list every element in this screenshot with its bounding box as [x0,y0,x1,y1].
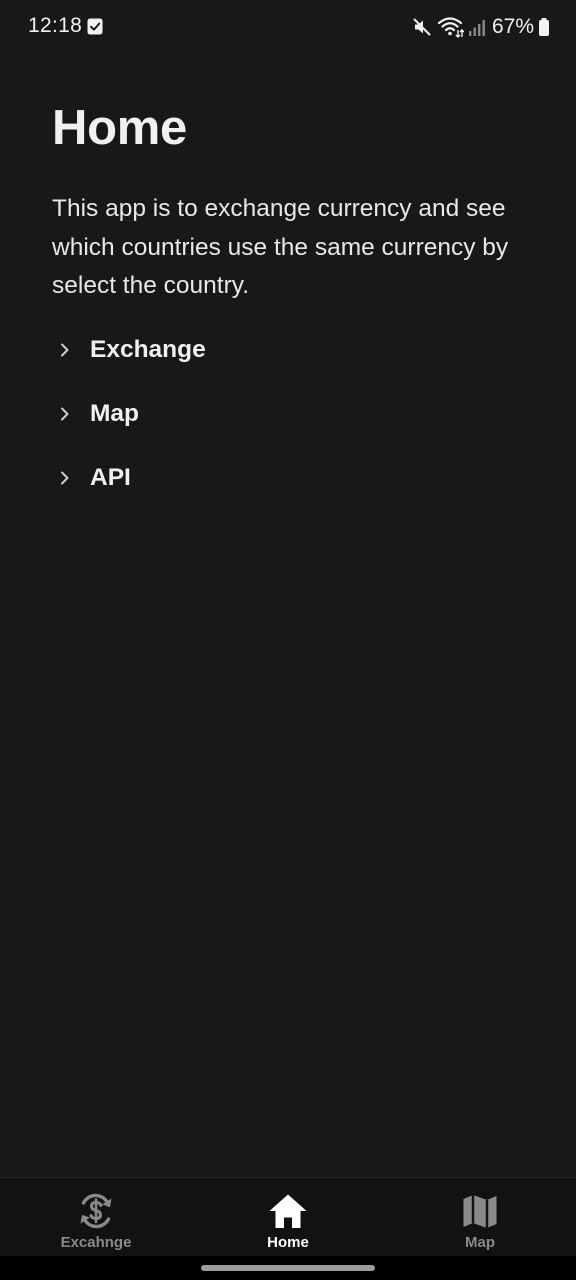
signal-icon [468,20,485,36]
app-screen: 12:18 67% Home This app is to exchange c… [0,0,576,1280]
nav-tab-home[interactable]: Home [192,1178,384,1257]
gesture-bar [0,1256,576,1280]
chevron-right-icon [61,343,69,357]
link-item-api[interactable]: API [52,454,206,502]
status-bar: 12:18 67% [0,0,576,56]
link-item-map[interactable]: Map [52,390,206,438]
chevron-right-icon [61,471,69,485]
checkbox-notification-icon [87,18,103,35]
nav-label: Excahnge [60,1234,132,1251]
nav-tab-map[interactable]: Map [384,1178,576,1257]
nav-label: Home [267,1234,309,1251]
battery-percentage: 67% [491,15,534,38]
bottom-navigation: Excahnge Home Map [0,1177,576,1257]
link-label: Map [90,400,139,427]
status-icons: 67% [412,14,550,40]
wifi-icon [437,17,464,38]
page-description: This app is to exchange currency and see… [52,195,509,299]
nav-tab-exchange[interactable]: Excahnge [0,1178,192,1257]
link-label: API [90,464,131,491]
mute-icon [413,18,431,36]
map-icon [463,1195,497,1228]
chevron-right-icon [61,407,69,421]
link-item-exchange[interactable]: Exchange [52,326,206,374]
home-gesture-handle[interactable] [201,1265,375,1271]
link-label: Exchange [90,336,206,363]
currency-exchange-icon [80,1193,112,1229]
link-list: Exchange Map API [52,326,206,518]
status-time: 12:18 [28,14,83,37]
battery-icon [539,18,549,36]
home-icon [269,1194,307,1228]
nav-label: Map [465,1234,495,1251]
page-title: Home [52,101,187,155]
